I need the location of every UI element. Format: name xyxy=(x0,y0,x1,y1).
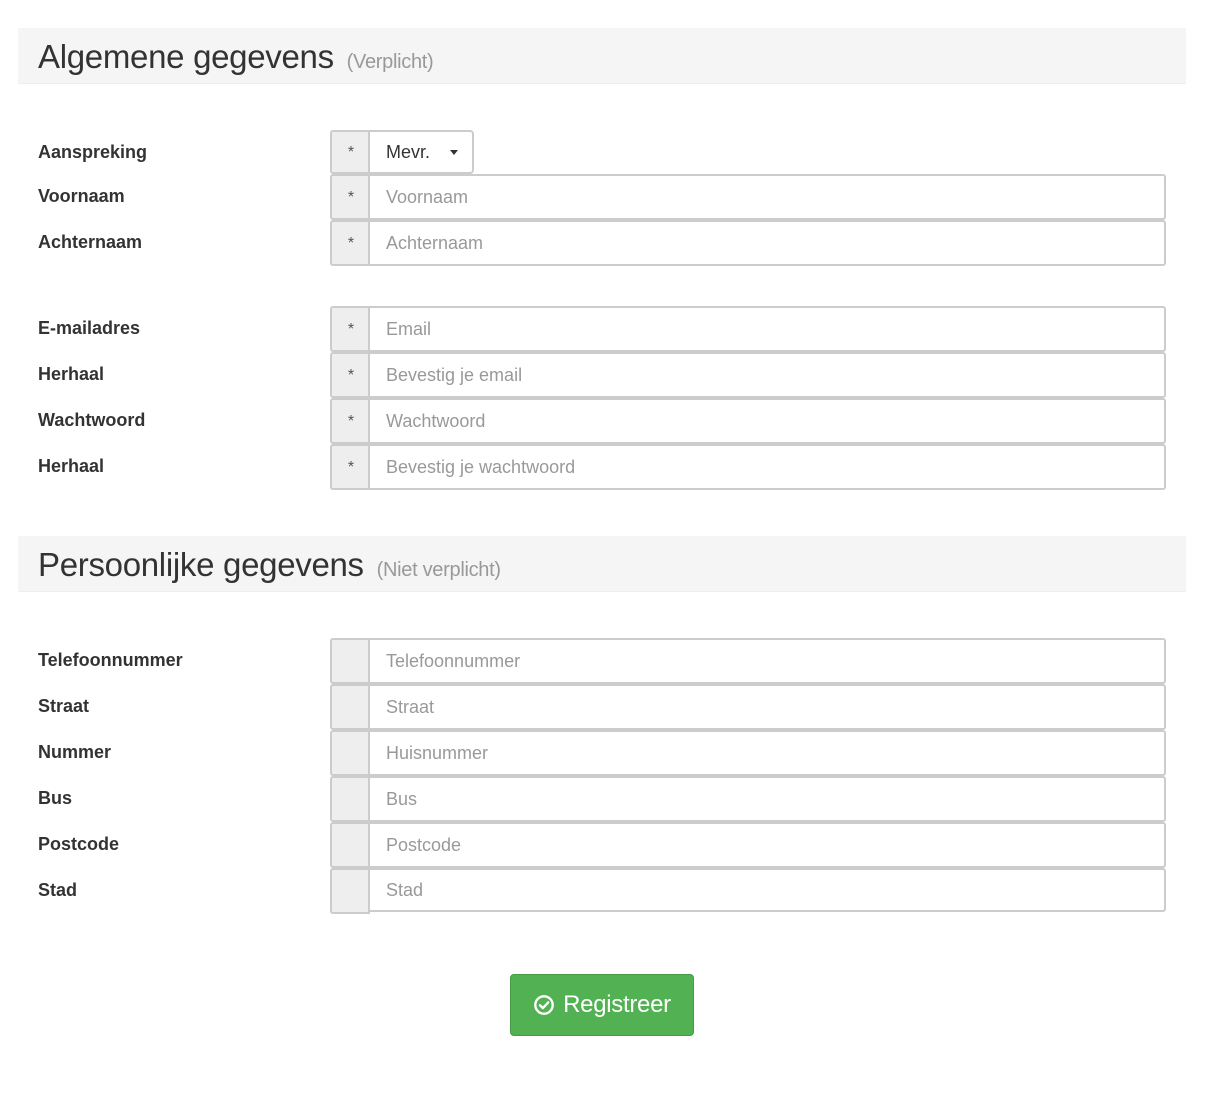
field-label: Herhaal xyxy=(38,364,105,384)
required-addon: * xyxy=(330,352,370,398)
register-button[interactable]: Registreer xyxy=(510,974,694,1036)
street-input[interactable] xyxy=(368,684,1166,730)
section-header-personal: Persoonlijke gegevens (Niet verplicht) xyxy=(18,536,1186,592)
empty-addon xyxy=(330,684,370,730)
first-name-input[interactable] xyxy=(368,174,1166,220)
field-label: Telefoonnummer xyxy=(38,650,183,670)
field-label: Straat xyxy=(38,696,90,716)
check-circle-icon xyxy=(534,995,555,1015)
required-addon: * xyxy=(330,444,370,490)
empty-addon xyxy=(330,822,370,868)
registration-page: Algemene gegevens (Verplicht) Aansprekin… xyxy=(0,0,1206,1110)
empty-addon xyxy=(330,638,370,684)
section-title-personal: Persoonlijke gegevens (Niet verplicht) xyxy=(38,546,501,584)
required-asterisk: * xyxy=(347,235,355,252)
bus-input[interactable] xyxy=(368,776,1166,822)
field-label: Voornaam xyxy=(38,186,125,206)
empty-addon xyxy=(330,868,370,914)
field-label: E-mailadres xyxy=(38,318,141,338)
required-asterisk: * xyxy=(347,367,355,384)
field-label: Nummer xyxy=(38,742,112,762)
section-title-general: Algemene gegevens (Verplicht) xyxy=(38,38,434,76)
required-addon: * xyxy=(330,220,370,266)
phone-input[interactable] xyxy=(368,638,1166,684)
field-label: Herhaal xyxy=(38,456,105,476)
required-asterisk: * xyxy=(347,459,355,476)
required-asterisk: * xyxy=(347,144,355,161)
required-asterisk: * xyxy=(347,413,355,430)
postcode-input[interactable] xyxy=(368,822,1166,868)
section-subtitle-general: (Verplicht) xyxy=(346,51,434,73)
field-label: Achternaam xyxy=(38,232,143,252)
password-confirm-input[interactable] xyxy=(368,444,1166,490)
email-input[interactable] xyxy=(368,306,1166,352)
required-addon: * xyxy=(330,130,370,174)
field-label: Wachtwoord xyxy=(38,410,146,430)
house-number-input[interactable] xyxy=(368,730,1166,776)
salutation-select-value: Mevr. xyxy=(386,141,431,162)
empty-addon xyxy=(330,776,370,822)
required-addon: * xyxy=(330,306,370,352)
city-input[interactable] xyxy=(368,868,1166,912)
section-header-general: Algemene gegevens (Verplicht) xyxy=(18,28,1186,84)
field-label: Bus xyxy=(38,788,73,808)
required-asterisk: * xyxy=(347,321,355,338)
required-addon: * xyxy=(330,398,370,444)
last-name-input[interactable] xyxy=(368,220,1166,266)
section-subtitle-personal: (Niet verplicht) xyxy=(376,559,501,581)
email-confirm-input[interactable] xyxy=(368,352,1166,398)
required-asterisk: * xyxy=(347,189,355,206)
password-input[interactable] xyxy=(368,398,1166,444)
salutation-select[interactable]: Mevr. xyxy=(368,130,474,174)
empty-addon xyxy=(330,730,370,776)
register-button-label: Registreer xyxy=(563,991,671,1018)
section-title-personal-text: Persoonlijke gegevens xyxy=(38,546,364,583)
field-label: Aanspreking xyxy=(38,142,148,162)
field-label: Stad xyxy=(38,880,78,900)
required-addon: * xyxy=(330,174,370,220)
section-title-general-text: Algemene gegevens xyxy=(38,38,334,75)
caret-down-icon xyxy=(450,150,458,155)
field-label: Postcode xyxy=(38,834,120,854)
